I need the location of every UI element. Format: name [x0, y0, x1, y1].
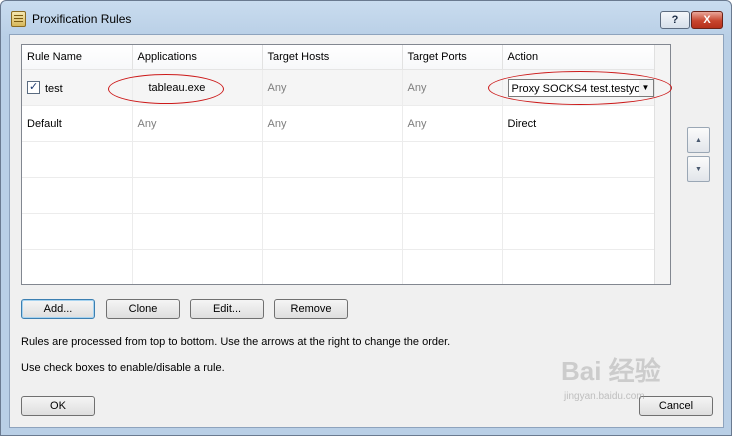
- target-ports-cell[interactable]: Any: [402, 69, 503, 106]
- table-row[interactable]: Default Any Any Any Direct: [22, 105, 655, 142]
- target-hosts-cell[interactable]: Any: [262, 69, 403, 106]
- empty-table-row: [22, 213, 655, 250]
- rules-grid: Rule Name Applications Target Hosts Targ…: [22, 45, 655, 284]
- ok-button[interactable]: OK: [21, 396, 95, 416]
- title-bar[interactable]: Proxification Rules ? X: [1, 1, 731, 35]
- watermark-url: jingyan.baidu.com: [564, 391, 645, 402]
- table-scrollbar[interactable]: [654, 45, 670, 284]
- window-title: Proxification Rules: [32, 12, 132, 26]
- target-ports-cell[interactable]: Any: [402, 105, 503, 142]
- move-up-button[interactable]: ▲: [687, 127, 710, 153]
- cancel-button[interactable]: Cancel: [639, 396, 713, 416]
- action-cell[interactable]: Direct: [502, 105, 655, 142]
- action-dropdown[interactable]: Proxy SOCKS4 test.testyo ▼: [507, 78, 653, 97]
- action-dropdown-value: Proxy SOCKS4 test.testyo: [511, 82, 641, 95]
- triangle-down-icon: ▼: [695, 165, 702, 173]
- column-header-applications[interactable]: Applications: [132, 45, 263, 70]
- table-header-row: Rule Name Applications Target Hosts Targ…: [22, 45, 655, 70]
- rule-name-cell: Default: [22, 105, 133, 142]
- empty-table-row: [22, 177, 655, 214]
- app-icon: [11, 11, 26, 27]
- proxification-rules-dialog: Proxification Rules ? X Rule Name Applic…: [0, 0, 732, 436]
- action-cell: Proxy SOCKS4 test.testyo ▼: [502, 69, 655, 106]
- empty-table-row: [22, 249, 655, 284]
- dropdown-arrow-icon[interactable]: ▼: [638, 79, 653, 96]
- rule-name-cell: test: [22, 69, 133, 106]
- empty-table-row: [22, 141, 655, 178]
- column-header-target-ports[interactable]: Target Ports: [402, 45, 503, 70]
- enable-hint-text: Use check boxes to enable/disable a rule…: [21, 362, 225, 374]
- help-button[interactable]: ?: [660, 11, 690, 29]
- table-row[interactable]: test tableau.exe Any Any Proxy SOCKS4 te…: [22, 69, 655, 106]
- rules-table: Rule Name Applications Target Hosts Targ…: [21, 44, 671, 285]
- close-button[interactable]: X: [691, 11, 723, 29]
- order-hint-text: Rules are processed from top to bottom. …: [21, 336, 451, 348]
- remove-button[interactable]: Remove: [274, 299, 348, 319]
- add-button[interactable]: Add...: [21, 299, 95, 319]
- applications-cell[interactable]: Any: [132, 105, 263, 142]
- applications-cell[interactable]: tableau.exe: [132, 69, 263, 106]
- clone-button[interactable]: Clone: [106, 299, 180, 319]
- edit-button[interactable]: Edit...: [190, 299, 264, 319]
- move-down-button[interactable]: ▼: [687, 156, 710, 182]
- triangle-up-icon: ▲: [695, 136, 702, 144]
- column-header-action[interactable]: Action: [502, 45, 655, 70]
- target-hosts-cell[interactable]: Any: [262, 105, 403, 142]
- watermark-logo: Bai 经验: [561, 356, 661, 386]
- column-header-rule-name[interactable]: Rule Name: [22, 45, 133, 70]
- rule-name: test: [45, 82, 63, 95]
- column-header-target-hosts[interactable]: Target Hosts: [262, 45, 403, 70]
- enable-rule-checkbox[interactable]: [27, 80, 40, 94]
